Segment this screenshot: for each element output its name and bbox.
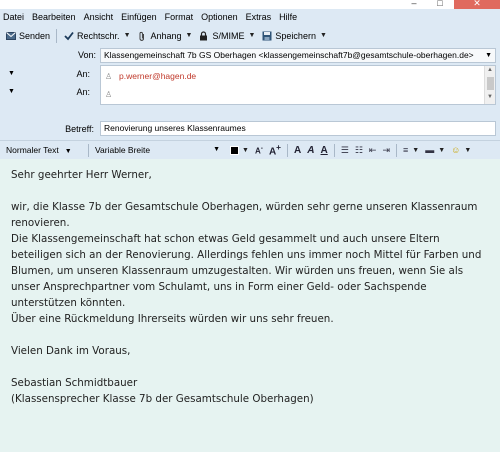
scroll-thumb[interactable] bbox=[487, 77, 494, 90]
paragraph-style-value: Normaler Text bbox=[6, 145, 59, 155]
compose-toolbar: Senden Rechtschr. ▼ Anhang ▼ S/MIME ▼ Sp… bbox=[0, 26, 500, 45]
outdent-icon[interactable]: ⇤ bbox=[369, 145, 377, 156]
to-label-1: An: bbox=[76, 69, 90, 79]
format-divider bbox=[396, 143, 397, 157]
send-icon bbox=[5, 31, 16, 41]
spellcheck-button[interactable]: Rechtschr. bbox=[60, 27, 123, 44]
numbered-list-icon[interactable]: ☷ bbox=[355, 145, 363, 156]
attach-dropdown-icon[interactable]: ▼ bbox=[186, 32, 193, 39]
from-select[interactable]: Klassengemeinschaft 7b GS Oberhagen <kla… bbox=[100, 48, 496, 63]
menu-optionen[interactable]: Optionen bbox=[201, 9, 238, 26]
minimize-button[interactable]: – bbox=[402, 0, 426, 9]
smime-label: S/MIME bbox=[212, 30, 245, 41]
title-bar: – □ ✕ bbox=[0, 0, 500, 9]
font-select[interactable]: Variable Breite ▼ bbox=[92, 143, 224, 157]
subject-input[interactable]: Renovierung unseres Klassenraumes bbox=[100, 121, 496, 136]
spellcheck-dropdown-icon[interactable]: ▼ bbox=[124, 32, 131, 39]
body-paragraph-2: Die Klassengemeinschaft hat schon etwas … bbox=[11, 233, 482, 309]
font-larger-icon[interactable]: A+ bbox=[269, 142, 281, 157]
scroll-down-icon[interactable]: ▼ bbox=[487, 94, 493, 100]
recipient-row-2[interactable]: ♙ bbox=[101, 85, 485, 103]
format-divider bbox=[88, 143, 89, 157]
align-dropdown-icon[interactable]: ▼ bbox=[412, 147, 419, 154]
scroll-up-icon[interactable]: ▲ bbox=[487, 67, 493, 73]
spellcheck-label: Rechtschr. bbox=[77, 30, 120, 41]
menu-bearbeiten[interactable]: Bearbeiten bbox=[32, 9, 76, 26]
smime-dropdown-icon[interactable]: ▼ bbox=[248, 32, 255, 39]
send-button[interactable]: Senden bbox=[2, 27, 53, 44]
save-label: Speichern bbox=[275, 30, 316, 41]
recipient-row-1[interactable]: ♙ p.werner@hagen.de bbox=[101, 67, 485, 85]
chevron-down-icon: ▼ bbox=[64, 148, 72, 155]
color-dropdown-icon[interactable]: ▼ bbox=[242, 147, 249, 154]
format-toolbar: Normaler Text ▼ Variable Breite ▼ ▼ A- A+ … bbox=[0, 140, 500, 159]
person-icon: ♙ bbox=[105, 71, 113, 81]
align-icon[interactable]: ≡ bbox=[403, 145, 408, 155]
attach-label: Anhang bbox=[150, 30, 182, 41]
recipient-scrollbar[interactable]: ▲ ▼ bbox=[484, 66, 495, 104]
insert-icon[interactable]: ▬ bbox=[425, 145, 434, 155]
attach-button[interactable]: Anhang bbox=[134, 27, 185, 44]
close-button[interactable]: ✕ bbox=[454, 0, 500, 9]
recipient-address-1: p.werner@hagen.de bbox=[119, 71, 197, 81]
subject-label: Betreff: bbox=[65, 124, 94, 134]
body-greeting: Sehr geehrter Herr Werner, bbox=[11, 169, 152, 181]
body-sender-role: (Klassensprecher Klasse 7b der Gesamtsch… bbox=[11, 393, 314, 405]
font-smaller-icon[interactable]: A- bbox=[255, 145, 263, 156]
subject-value: Renovierung unseres Klassenraumes bbox=[104, 123, 246, 133]
indent-icon[interactable]: ⇥ bbox=[382, 145, 390, 156]
recipient-list: ♙ p.werner@hagen.de ♙ ▲ ▼ bbox=[100, 65, 496, 105]
checkmark-icon bbox=[63, 31, 74, 41]
menu-hilfe[interactable]: Hilfe bbox=[279, 9, 297, 26]
body-thanks: Vielen Dank im Voraus, bbox=[11, 345, 131, 357]
send-label: Senden bbox=[19, 30, 51, 41]
body-sender-name: Sebastian Schmidtbauer bbox=[11, 377, 138, 389]
menu-ansicht[interactable]: Ansicht bbox=[84, 9, 114, 26]
message-header: Von: Klassengemeinschaft 7b GS Oberhagen… bbox=[0, 45, 500, 140]
message-body-editor[interactable]: Sehr geehrter Herr Werner, wir, die Klas… bbox=[0, 159, 500, 452]
chevron-down-icon: ▼ bbox=[213, 146, 220, 153]
text-color-icon[interactable] bbox=[230, 145, 239, 155]
menu-format[interactable]: Format bbox=[165, 9, 194, 26]
person-icon: ♙ bbox=[105, 89, 113, 99]
smiley-dropdown-icon[interactable]: ▼ bbox=[464, 147, 471, 154]
menu-datei[interactable]: Datei bbox=[3, 9, 24, 26]
paragraph-style-select[interactable]: Normaler Text ▼ bbox=[3, 143, 85, 157]
maximize-button[interactable]: □ bbox=[428, 0, 452, 9]
bullet-list-icon[interactable]: ☰ bbox=[341, 145, 349, 156]
save-dropdown-icon[interactable]: ▼ bbox=[320, 32, 327, 39]
format-divider bbox=[333, 143, 335, 157]
smiley-icon[interactable]: ☺ bbox=[451, 145, 460, 155]
underline-icon[interactable]: A bbox=[321, 145, 328, 156]
format-divider bbox=[287, 143, 289, 157]
save-button[interactable]: Speichern bbox=[258, 27, 319, 44]
from-label: Von: bbox=[77, 50, 96, 60]
chevron-down-icon: ▼ bbox=[485, 52, 492, 59]
italic-icon[interactable]: A bbox=[307, 145, 314, 156]
menu-bar: Datei Bearbeiten Ansicht Einfügen Format… bbox=[0, 9, 500, 26]
recipient-type-dropdown-2[interactable]: ▼ bbox=[4, 85, 68, 99]
recipient-type-dropdown-1[interactable]: ▼ bbox=[4, 67, 68, 81]
font-value: Variable Breite bbox=[95, 145, 151, 155]
lock-icon bbox=[198, 30, 209, 41]
smime-button[interactable]: S/MIME bbox=[195, 27, 247, 44]
to-label-2: An: bbox=[76, 87, 90, 97]
menu-einfuegen[interactable]: Einfügen bbox=[121, 9, 157, 26]
toolbar-divider bbox=[56, 28, 58, 43]
save-icon bbox=[261, 31, 272, 41]
from-value: Klassengemeinschaft 7b GS Oberhagen <kla… bbox=[104, 50, 474, 60]
bold-icon[interactable]: A bbox=[294, 145, 301, 156]
body-paragraph-3: Über eine Rückmeldung Ihrerseits würden … bbox=[11, 313, 334, 325]
menu-extras[interactable]: Extras bbox=[246, 9, 272, 26]
paperclip-icon bbox=[137, 31, 148, 41]
insert-dropdown-icon[interactable]: ▼ bbox=[438, 147, 445, 154]
body-paragraph-1: wir, die Klasse 7b der Gesamtschule Ober… bbox=[11, 201, 478, 229]
